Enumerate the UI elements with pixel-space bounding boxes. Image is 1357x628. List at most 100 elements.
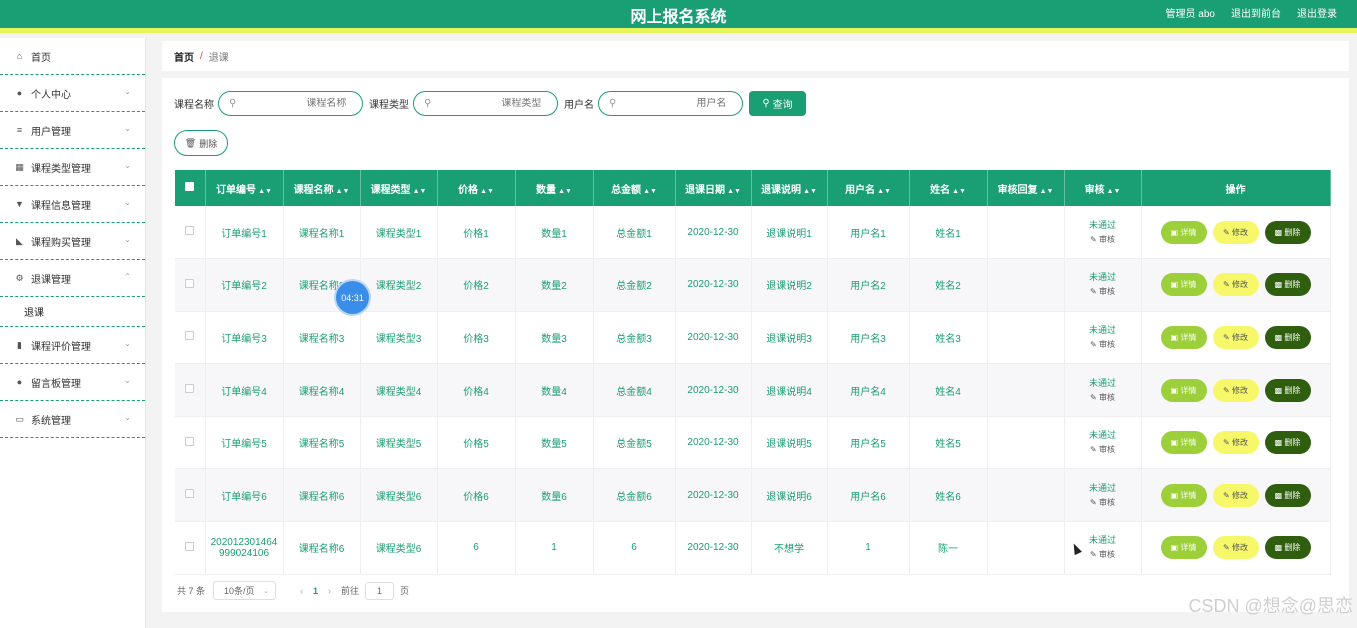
column-header[interactable]: 总金额 ▲▼ xyxy=(593,170,676,206)
edit-button[interactable]: ✎ 修改 xyxy=(1212,378,1259,402)
query-label: 查询 xyxy=(772,100,793,111)
detail-button[interactable]: ▣ 详情 xyxy=(1160,536,1207,560)
breadcrumb-home[interactable]: 首页 xyxy=(174,49,194,64)
column-header-label: 姓名 xyxy=(930,184,951,196)
delete-button[interactable]: ▩ 删除 xyxy=(1264,220,1311,244)
column-header[interactable]: 姓名 ▲▼ xyxy=(909,170,988,206)
goto-page-input[interactable]: 1 xyxy=(365,581,395,600)
detail-button[interactable]: ▣ 详情 xyxy=(1160,483,1207,507)
column-header[interactable]: 课程类型 ▲▼ xyxy=(360,170,438,206)
edit-button[interactable]: ✎ 修改 xyxy=(1212,431,1259,455)
sidebar-item[interactable]: ● 留言板管理 ⌄ xyxy=(0,364,145,401)
delete-button[interactable]: ▩ 删除 xyxy=(1264,431,1311,455)
course-name-field[interactable]: ⚲ xyxy=(218,91,363,116)
prev-page-button[interactable]: ‹ xyxy=(300,586,303,596)
detail-button[interactable]: ▣ 详情 xyxy=(1160,273,1207,297)
exit-to-front-link[interactable]: 退出到前台 xyxy=(1231,5,1281,20)
sidebar-item[interactable]: ▮ 课程评价管理 ⌄ xyxy=(0,327,145,364)
row-checkbox[interactable] xyxy=(185,331,195,341)
column-header[interactable]: 数量 ▲▼ xyxy=(515,170,594,206)
edit-icon: ✎ xyxy=(1223,227,1232,237)
row-select-cell[interactable] xyxy=(175,521,206,575)
audit-link[interactable]: 审核 xyxy=(1099,445,1115,454)
sidebar-item[interactable]: ▼ 课程信息管理 ⌄ xyxy=(0,186,145,223)
course-type-input[interactable] xyxy=(431,98,542,109)
detail-button[interactable]: ▣ 详情 xyxy=(1160,431,1207,455)
row-select-cell[interactable] xyxy=(175,363,206,417)
edit-button[interactable]: ✎ 修改 xyxy=(1212,536,1259,560)
sidebar-item[interactable]: ▭ 系统管理 ⌄ xyxy=(0,401,145,438)
row-select-cell[interactable] xyxy=(175,258,206,312)
row-checkbox[interactable] xyxy=(185,226,195,236)
table-cell: 2020-12-30 xyxy=(675,416,752,470)
sidebar-item[interactable]: ≡ 用户管理 ⌄ xyxy=(0,112,145,149)
sidebar-item[interactable]: ▦ 课程类型管理 ⌄ xyxy=(0,149,145,186)
edit-button[interactable]: ✎ 修改 xyxy=(1212,483,1259,507)
select-all-checkbox[interactable] xyxy=(185,182,195,191)
page-size-select[interactable]: 10条/页 ⌄ xyxy=(213,581,277,600)
column-header[interactable]: 审核回复 ▲▼ xyxy=(987,170,1065,206)
menu-icon: ▭ xyxy=(15,413,24,424)
edit-icon: ✎ xyxy=(1090,445,1099,455)
row-select-cell[interactable] xyxy=(175,206,206,260)
row-select-cell[interactable] xyxy=(175,416,206,470)
column-header-label: 总金额 xyxy=(611,184,642,196)
column-header[interactable]: 退课说明 ▲▼ xyxy=(751,170,828,206)
edit-button[interactable]: ✎ 修改 xyxy=(1212,273,1259,297)
next-page-button[interactable]: › xyxy=(328,586,331,596)
course-type-field[interactable]: ⚲ xyxy=(413,91,558,116)
column-header-label: 用户名 xyxy=(845,184,876,196)
detail-button[interactable]: ▣ 详情 xyxy=(1160,220,1207,244)
delete-button[interactable]: ▩ 删除 xyxy=(1264,378,1311,402)
delete-button[interactable]: ▩ 删除 xyxy=(1264,483,1311,507)
detail-button[interactable]: ▣ 详情 xyxy=(1160,378,1207,402)
delete-button[interactable]: ▩ 删除 xyxy=(1264,273,1311,297)
logout-link[interactable]: 退出登录 xyxy=(1297,5,1337,20)
audit-link[interactable]: 审核 xyxy=(1099,393,1115,402)
column-header[interactable]: 操作 xyxy=(1141,170,1331,206)
delete-button[interactable]: ▩ 删除 xyxy=(1264,536,1311,560)
current-page[interactable]: 1 xyxy=(313,586,318,596)
audit-link[interactable]: 审核 xyxy=(1099,550,1115,559)
column-header[interactable]: 审核 ▲▼ xyxy=(1064,170,1142,206)
column-header[interactable]: 价格 ▲▼ xyxy=(437,170,516,206)
sidebar-item[interactable]: ● 个人中心 ⌄ xyxy=(0,75,145,112)
row-checkbox[interactable] xyxy=(185,436,195,446)
delete-button[interactable]: ▩ 删除 xyxy=(1264,325,1311,349)
edit-button[interactable]: ✎ 修改 xyxy=(1212,220,1259,244)
detail-label: 详情 xyxy=(1180,385,1197,395)
table-cell: 订单编号4 xyxy=(205,363,284,417)
edit-button[interactable]: ✎ 修改 xyxy=(1212,325,1259,349)
username-input[interactable] xyxy=(616,98,727,109)
sidebar-item[interactable]: ◣ 课程购买管理 ⌄ xyxy=(0,223,145,260)
audit-link[interactable]: 审核 xyxy=(1099,340,1115,349)
select-all-cell[interactable] xyxy=(175,170,206,206)
username-field[interactable]: ⚲ xyxy=(598,91,743,116)
column-header[interactable]: 订单编号 ▲▼ xyxy=(205,170,284,206)
doc-icon: ▣ xyxy=(1170,280,1181,290)
row-checkbox[interactable] xyxy=(185,489,195,499)
table-cell: 课程类型5 xyxy=(360,416,438,470)
row-checkbox[interactable] xyxy=(185,541,195,551)
actions-cell: ▣ 详情 ✎ 修改 ▩ 删除 xyxy=(1141,521,1331,575)
column-header[interactable]: 用户名 ▲▼ xyxy=(827,170,910,206)
query-button[interactable]: ⚲ 查询 xyxy=(749,91,806,116)
menu-icon: ● xyxy=(16,88,23,98)
row-select-cell[interactable] xyxy=(175,311,206,365)
row-checkbox[interactable] xyxy=(185,278,195,288)
audit-link[interactable]: 审核 xyxy=(1099,498,1115,507)
audit-link[interactable]: 审核 xyxy=(1099,287,1115,296)
row-select-cell[interactable] xyxy=(175,468,206,523)
doc-icon: ▣ xyxy=(1170,332,1181,342)
sidebar-item[interactable]: ⌂ 首页 xyxy=(0,38,145,75)
sidebar-subitem-withdraw[interactable]: 退课 xyxy=(0,297,145,327)
batch-delete-button[interactable]: 🗑 删除 xyxy=(174,130,228,156)
detail-button[interactable]: ▣ 详情 xyxy=(1160,325,1207,349)
audit-link[interactable]: 审核 xyxy=(1099,235,1115,244)
table-cell: 课程名称6 xyxy=(283,468,361,523)
course-name-input[interactable] xyxy=(236,98,347,109)
row-checkbox[interactable] xyxy=(185,384,195,394)
column-header[interactable]: 课程名称 ▲▼ xyxy=(283,170,361,206)
sidebar-item[interactable]: ⚙ 退课管理 ⌃ xyxy=(0,260,145,297)
column-header[interactable]: 退课日期 ▲▼ xyxy=(675,170,752,206)
